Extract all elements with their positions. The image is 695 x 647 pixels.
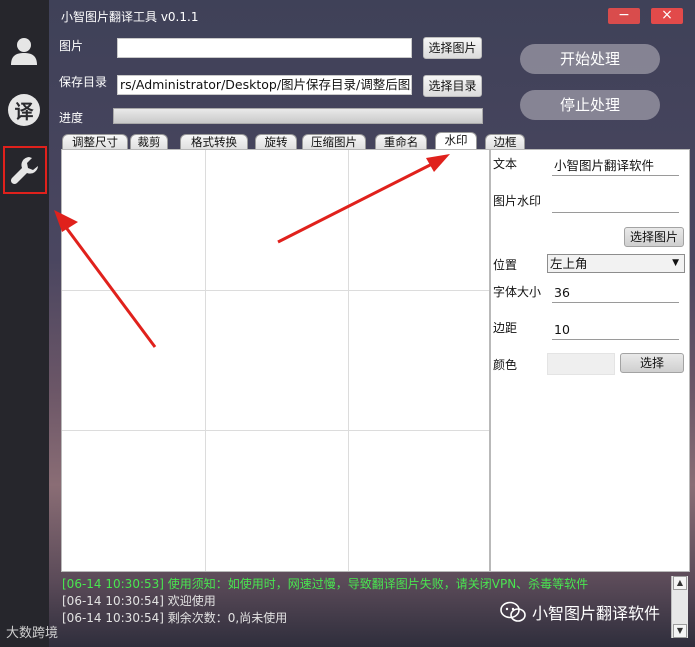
annotation-arrows <box>54 154 450 348</box>
